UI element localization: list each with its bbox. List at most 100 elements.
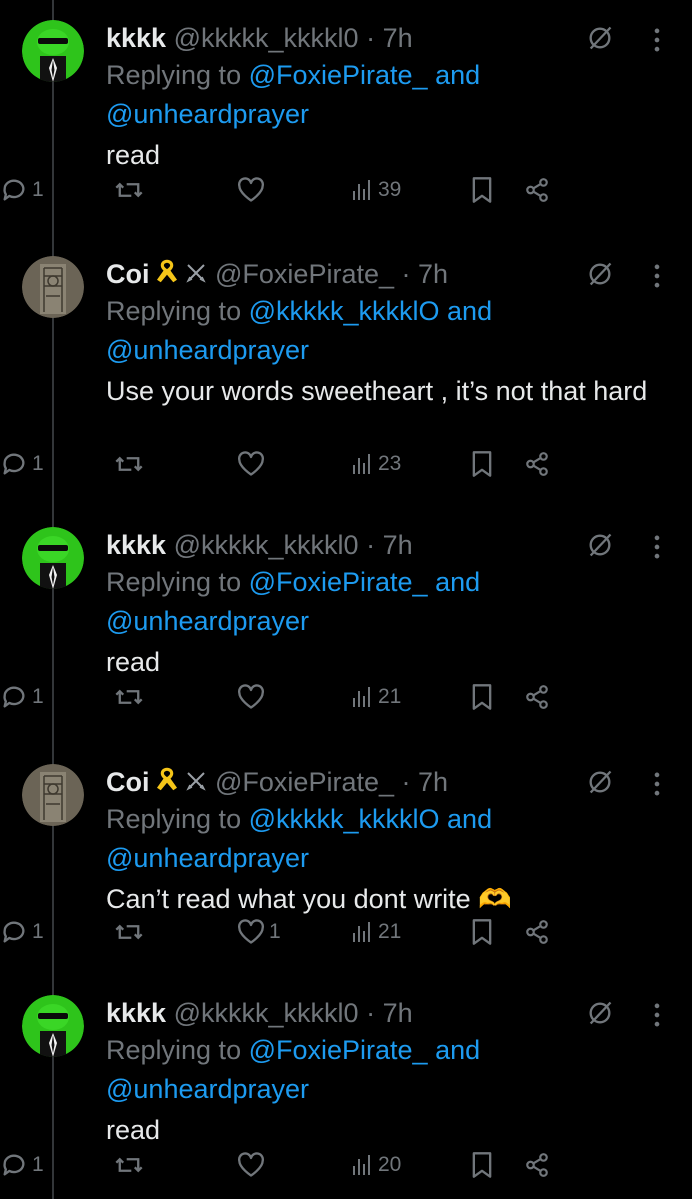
reply-button[interactable]: 1	[0, 172, 44, 208]
bookmark-button[interactable]	[470, 914, 494, 950]
views-icon	[350, 920, 374, 944]
view-count: 21	[378, 920, 402, 943]
avatar[interactable]	[22, 527, 84, 589]
separator-dot: ·	[366, 23, 376, 53]
bookmark-button[interactable]	[470, 446, 494, 482]
share-icon	[524, 919, 550, 945]
repost-button[interactable]	[114, 172, 148, 208]
grok-icon[interactable]	[586, 24, 614, 52]
grok-icon[interactable]	[586, 768, 614, 796]
action-bar: 1 23	[0, 446, 560, 482]
reply-count: 1	[32, 178, 44, 201]
repost-button[interactable]	[114, 679, 148, 715]
view-count: 23	[378, 452, 402, 475]
bookmark-button[interactable]	[470, 679, 494, 715]
user-handle[interactable]: @kkkkk_kkkkl0	[174, 23, 359, 53]
replying-and[interactable]: and	[428, 60, 480, 90]
user-handle[interactable]: @FoxiePirate_	[215, 767, 394, 797]
reply-button[interactable]: 1	[0, 914, 44, 950]
crossed-swords-icon	[184, 258, 208, 294]
display-name[interactable]: kkkk	[106, 530, 166, 560]
share-button[interactable]	[524, 1147, 550, 1183]
timestamp[interactable]: 7h	[383, 998, 413, 1028]
mention-link[interactable]: @kkkkk_kkkklO	[249, 804, 440, 834]
tweet-body: kkkk @kkkkk_kkkkl0 · 7h Replying to @Fox…	[106, 995, 666, 1150]
views-button[interactable]: 21	[350, 679, 401, 715]
display-name[interactable]: kkkk	[106, 23, 166, 53]
replying-and[interactable]: and	[440, 296, 492, 326]
views-icon	[350, 452, 374, 476]
display-name[interactable]: Coi	[106, 767, 150, 797]
repost-button[interactable]	[114, 914, 148, 950]
views-button[interactable]: 23	[350, 446, 401, 482]
mention-link[interactable]: @FoxiePirate_	[249, 1035, 428, 1065]
avatar[interactable]	[22, 995, 84, 1057]
share-button[interactable]	[524, 446, 550, 482]
replying-and[interactable]: and	[428, 567, 480, 597]
avatar[interactable]	[22, 20, 84, 82]
replying-to: Replying to @FoxiePirate_ and @unheardpr…	[106, 563, 666, 641]
replying-to-label: Replying to	[106, 804, 249, 834]
user-handle[interactable]: @kkkkk_kkkkl0	[174, 998, 359, 1028]
tweet-text: Use your words sweetheart , it’s not tha…	[106, 376, 648, 406]
share-button[interactable]	[524, 679, 550, 715]
mention-link[interactable]: @kkkkk_kkkklO	[249, 296, 440, 326]
mention-link[interactable]: @FoxiePirate_	[249, 60, 428, 90]
reply-icon	[0, 176, 28, 204]
avatar[interactable]	[22, 764, 84, 826]
display-name[interactable]: kkkk	[106, 998, 166, 1028]
heart-icon	[237, 451, 265, 477]
replying-and[interactable]: and	[428, 1035, 480, 1065]
tweet-body: Coi @FoxiePirate_ · 7h Replying to @kkkk…	[106, 764, 666, 919]
mention-link[interactable]: @FoxiePirate_	[249, 567, 428, 597]
like-button[interactable]: 1	[237, 914, 281, 950]
reply-button[interactable]: 1	[0, 679, 44, 715]
mention-link[interactable]: @unheardprayer	[106, 335, 309, 365]
user-handle[interactable]: @FoxiePirate_	[215, 259, 394, 289]
mention-link[interactable]: @unheardprayer	[106, 843, 309, 873]
like-button[interactable]	[237, 1147, 269, 1183]
reply-button[interactable]: 1	[0, 1147, 44, 1183]
replying-and[interactable]: and	[440, 804, 492, 834]
views-button[interactable]: 39	[350, 172, 401, 208]
action-bar: 1 39	[0, 172, 560, 208]
views-button[interactable]: 21	[350, 914, 401, 950]
timestamp[interactable]: 7h	[383, 530, 413, 560]
replying-to-label: Replying to	[106, 567, 249, 597]
share-icon	[524, 684, 550, 710]
share-button[interactable]	[524, 172, 550, 208]
avatar[interactable]	[22, 256, 84, 318]
separator-dot: ·	[401, 259, 411, 289]
repost-button[interactable]	[114, 446, 148, 482]
user-handle[interactable]: @kkkkk_kkkkl0	[174, 530, 359, 560]
mention-link[interactable]: @unheardprayer	[106, 606, 309, 636]
views-icon	[350, 1153, 374, 1177]
view-count: 39	[378, 178, 402, 201]
timestamp[interactable]: 7h	[418, 259, 448, 289]
mention-link[interactable]: @unheardprayer	[106, 99, 309, 129]
share-button[interactable]	[524, 914, 550, 950]
repost-button[interactable]	[114, 1147, 148, 1183]
timestamp[interactable]: 7h	[418, 767, 448, 797]
bookmark-button[interactable]	[470, 1147, 494, 1183]
grok-icon[interactable]	[586, 260, 614, 288]
like-button[interactable]	[237, 679, 269, 715]
more-options-icon[interactable]	[652, 533, 662, 559]
tweet-text: read	[106, 647, 161, 677]
display-name[interactable]: Coi	[106, 259, 150, 289]
heart-icon	[237, 684, 265, 710]
like-button[interactable]	[237, 446, 269, 482]
grok-icon[interactable]	[586, 999, 614, 1027]
timestamp[interactable]: 7h	[383, 23, 413, 53]
grok-icon[interactable]	[586, 531, 614, 559]
more-options-icon[interactable]	[652, 770, 662, 796]
views-button[interactable]: 20	[350, 1147, 401, 1183]
more-options-icon[interactable]	[652, 262, 662, 288]
bookmark-button[interactable]	[470, 172, 494, 208]
heart-icon	[237, 1152, 265, 1178]
like-button[interactable]	[237, 172, 269, 208]
reply-button[interactable]: 1	[0, 446, 44, 482]
more-options-icon[interactable]	[652, 26, 662, 52]
mention-link[interactable]: @unheardprayer	[106, 1074, 309, 1104]
more-options-icon[interactable]	[652, 1001, 662, 1027]
